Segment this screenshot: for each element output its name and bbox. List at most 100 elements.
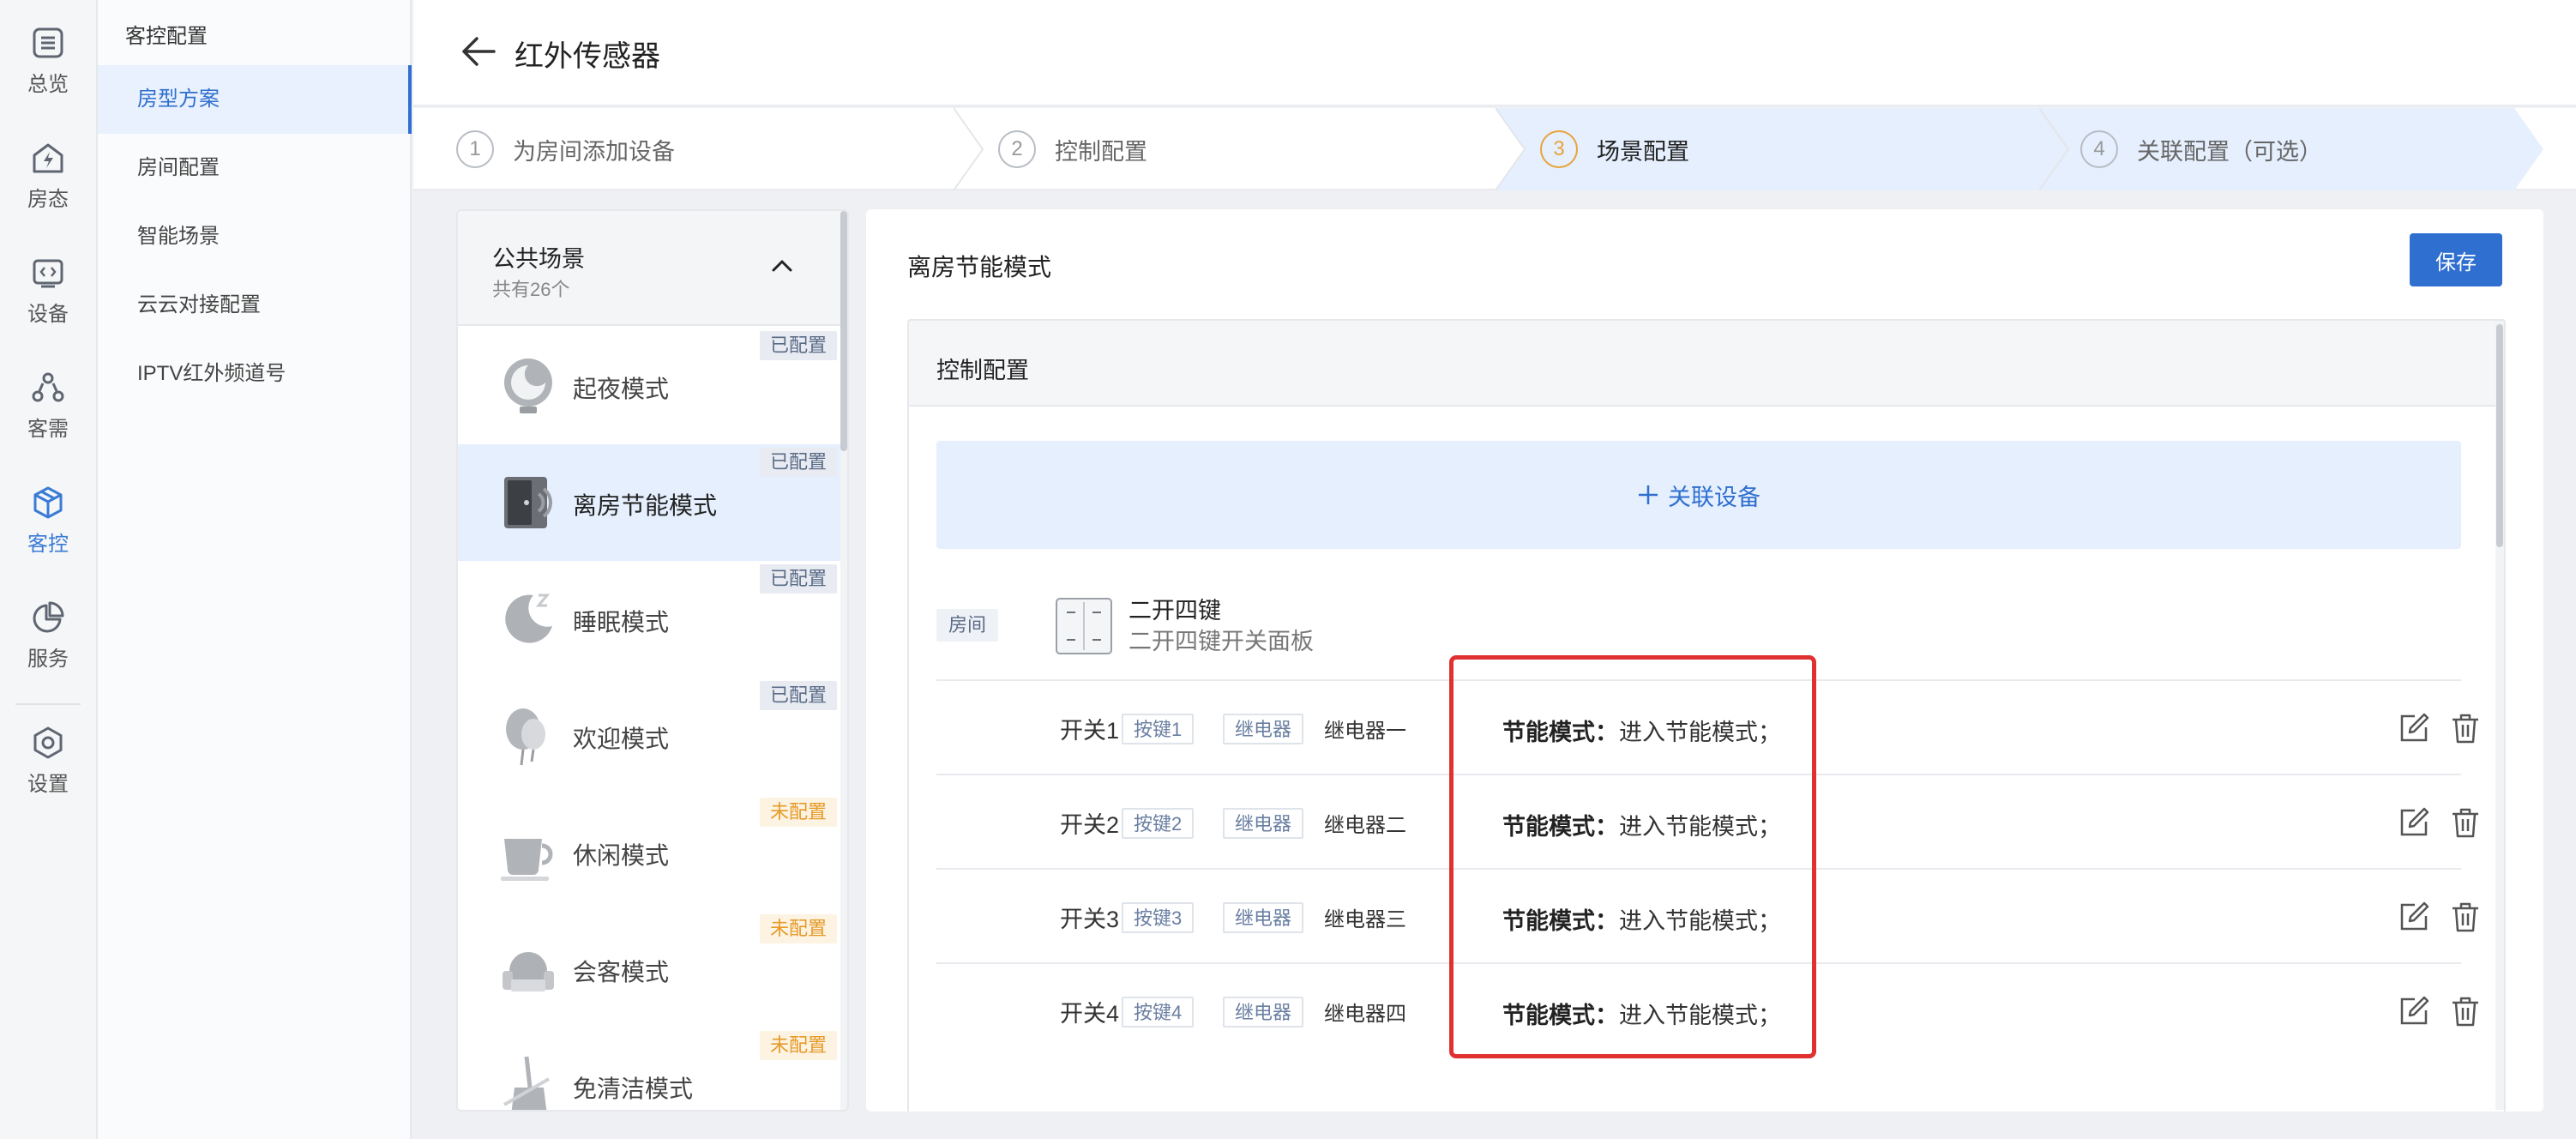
menu-item-room-type-plan[interactable]: 房型方案	[98, 65, 412, 134]
page-header: 红外传感器	[413, 0, 2576, 106]
status-badge: 未配置	[759, 914, 837, 943]
menu-item-iptv-channel[interactable]: IPTV红外频道号	[98, 340, 412, 408]
settings-icon	[33, 726, 63, 759]
chevron-up-icon[interactable]	[768, 252, 796, 280]
rail-label: 总览	[27, 73, 69, 96]
step-control-config[interactable]: 2 控制配置	[998, 108, 1147, 190]
delete-icon[interactable]	[2449, 901, 2482, 933]
switch-name: 开关2	[1060, 812, 1120, 838]
rail-item-guest-request[interactable]: 客需	[0, 371, 96, 465]
key-tag: 按键4	[1122, 997, 1195, 1028]
scene-title: 离房节能模式	[907, 254, 1052, 280]
welcome-balloon-icon	[506, 708, 545, 766]
relay-tag: 继电器	[1223, 714, 1304, 744]
scene-item-meeting[interactable]: 会客模式 未配置	[458, 911, 840, 1028]
rail-label: 客控	[27, 533, 69, 556]
scene-name: 欢迎模式	[573, 726, 670, 752]
room-tag: 房间	[936, 609, 999, 642]
status-badge: 已配置	[759, 331, 837, 360]
coffee-cup-icon	[501, 839, 553, 881]
rail-item-room-status[interactable]: 房态	[0, 141, 96, 235]
add-device-label: 关联设备	[1668, 484, 1760, 510]
relay-name: 继电器四	[1324, 1003, 1406, 1026]
scene-name: 会客模式	[573, 959, 670, 985]
edit-icon[interactable]	[2398, 806, 2430, 839]
rail-item-overview[interactable]: 总览	[0, 26, 96, 120]
rail-item-device[interactable]: 设备	[0, 256, 96, 350]
edit-icon[interactable]	[2398, 901, 2430, 933]
step-separator	[2039, 108, 2070, 190]
icon-rail: 总览 房态 设备 客需 客控 服务 设置	[0, 0, 98, 1139]
step-number: 2	[998, 130, 1036, 168]
scrollbar-thumb[interactable]	[2496, 324, 2503, 547]
step-number: 3	[1540, 130, 1578, 168]
status-badge: 已配置	[759, 564, 837, 594]
scene-item-leave-room[interactable]: 离房节能模式 已配置	[458, 444, 840, 561]
delete-icon[interactable]	[2449, 995, 2482, 1028]
status-badge: 未配置	[759, 1031, 837, 1060]
switch-name: 开关4	[1060, 1001, 1120, 1027]
broom-icon	[503, 1056, 550, 1110]
delete-icon[interactable]	[2449, 806, 2482, 839]
rail-item-guest-control[interactable]: 客控	[0, 485, 96, 580]
edit-icon[interactable]	[2398, 995, 2430, 1028]
scene-name: 免清洁模式	[573, 1076, 694, 1102]
edit-icon[interactable]	[2398, 712, 2430, 744]
scene-item-leisure[interactable]: 休闲模式 未配置	[458, 794, 840, 911]
scene-item-night[interactable]: 起夜模式 已配置	[458, 328, 840, 444]
scene-item-sleep[interactable]: 睡眠模式 已配置	[458, 561, 840, 678]
guest-request-icon	[32, 372, 64, 402]
menu-item-smart-scene[interactable]: 智能场景	[98, 202, 412, 271]
relay-name: 继电器三	[1324, 908, 1406, 931]
rail-divider	[15, 703, 81, 705]
room-status-icon	[33, 143, 63, 173]
step-label: 场景配置	[1597, 138, 1689, 165]
key-tag: 按键1	[1122, 714, 1195, 744]
device-name: 二开四键	[1129, 598, 1221, 624]
relay-tag: 继电器	[1223, 902, 1304, 933]
scene-name: 休闲模式	[573, 842, 670, 869]
relay-name: 继电器二	[1324, 814, 1406, 837]
menu-item-cloud-integration[interactable]: 云云对接配置	[98, 271, 412, 340]
add-device-button[interactable]: 关联设备	[936, 441, 2461, 549]
step-add-devices[interactable]: 1 为房间添加设备	[456, 108, 675, 190]
rail-label: 房态	[27, 188, 69, 211]
rail-label: 服务	[27, 648, 69, 671]
rail-item-service[interactable]: 服务	[0, 600, 96, 695]
status-badge: 已配置	[759, 448, 837, 477]
scene-list-header[interactable]: 公共场景 共有26个	[458, 211, 847, 326]
scene-item-no-cleaning[interactable]: 免清洁模式 未配置	[458, 1028, 840, 1110]
scene-list-panel: 公共场景 共有26个 起夜模式 已配置 离房节能模式 已配置 睡眠模式 已配置 …	[456, 209, 849, 1112]
menu-item-room-config[interactable]: 房间配置	[98, 134, 412, 202]
device-icon	[33, 259, 63, 288]
back-arrow-icon[interactable]	[460, 33, 497, 70]
step-separator	[1496, 108, 1526, 190]
relay-tag: 继电器	[1223, 808, 1304, 839]
step-label: 控制配置	[1055, 138, 1147, 165]
scene-group-title: 公共场景	[492, 246, 585, 272]
control-scrollbar[interactable]	[2495, 321, 2504, 1110]
relay-tag: 继电器	[1223, 997, 1304, 1028]
step-separator	[954, 108, 984, 190]
rail-item-settings[interactable]: 设置	[0, 726, 96, 820]
scene-name: 起夜模式	[573, 376, 670, 402]
device-subtitle: 二开四键开关面板	[1129, 629, 1314, 654]
step-label: 为房间添加设备	[513, 138, 675, 165]
switch-panel-icon	[1056, 598, 1112, 654]
delete-icon[interactable]	[2449, 712, 2482, 744]
key-tag: 按键3	[1122, 902, 1195, 933]
scene-item-welcome[interactable]: 欢迎模式 已配置	[458, 678, 840, 794]
scrollbar-thumb[interactable]	[840, 211, 847, 451]
service-icon	[33, 601, 64, 633]
night-light-icon	[504, 359, 552, 413]
switch-name: 开关1	[1060, 718, 1120, 744]
step-scene-config[interactable]: 3 场景配置	[1540, 108, 1689, 190]
page-title: 红外传感器	[515, 40, 660, 73]
scene-count: 共有26个	[492, 279, 570, 300]
step-link-config[interactable]: 4 关联配置（可选）	[2080, 108, 2322, 190]
save-button[interactable]: 保存	[2410, 233, 2502, 286]
scene-list-scrollbar[interactable]	[840, 211, 847, 1110]
rail-label: 设置	[27, 773, 69, 796]
status-badge: 未配置	[759, 798, 837, 827]
key-tag: 按键2	[1122, 808, 1195, 839]
